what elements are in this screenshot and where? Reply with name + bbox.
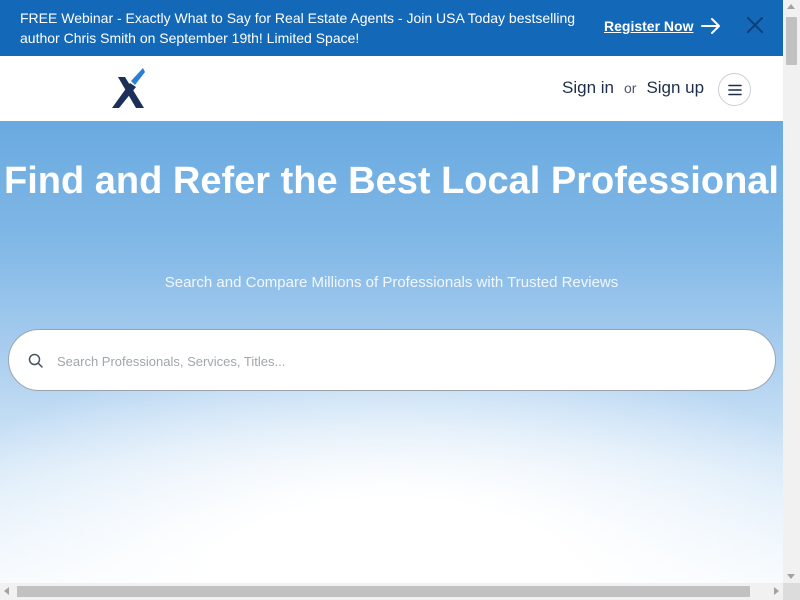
register-now-label: Register Now — [604, 18, 694, 34]
site-header: Sign in or Sign up — [0, 56, 783, 121]
arrow-right-icon — [701, 18, 721, 34]
close-icon — [747, 17, 763, 33]
search-input[interactable] — [57, 346, 757, 376]
hero-section: Find and Refer the Best Local Profession… — [0, 121, 783, 583]
sign-up-link[interactable]: Sign up — [646, 78, 704, 98]
banner-text: FREE Webinar - Exactly What to Say for R… — [20, 10, 576, 46]
menu-button[interactable] — [718, 73, 751, 106]
scroll-left-icon[interactable] — [4, 587, 9, 595]
scroll-right-icon[interactable] — [774, 587, 779, 595]
hero-title: Find and Refer the Best Local Profession… — [4, 160, 779, 202]
x-logo-icon[interactable] — [110, 67, 146, 109]
hero-subtitle: Search and Compare Millions of Professio… — [164, 274, 619, 291]
banner-close-button[interactable] — [744, 14, 766, 36]
sign-in-link[interactable]: Sign in — [562, 78, 614, 98]
horizontal-scroll-thumb[interactable] — [17, 586, 750, 597]
vertical-scrollbar[interactable] — [783, 0, 800, 583]
scroll-down-icon[interactable] — [787, 574, 795, 579]
auth-nav: Sign in or Sign up — [562, 78, 704, 98]
promo-banner: FREE Webinar - Exactly What to Say for R… — [0, 0, 783, 56]
hamburger-menu-icon — [727, 84, 742, 95]
search-icon — [28, 353, 43, 368]
page-viewport: FREE Webinar - Exactly What to Say for R… — [0, 0, 783, 583]
search-bar[interactable] — [8, 329, 776, 391]
horizontal-scrollbar[interactable] — [0, 583, 783, 600]
or-separator: or — [623, 80, 637, 96]
scroll-up-icon[interactable] — [787, 4, 795, 9]
scrollbar-corner — [783, 583, 800, 600]
vertical-scroll-thumb[interactable] — [786, 17, 797, 65]
register-now-link[interactable]: Register Now — [604, 18, 721, 34]
